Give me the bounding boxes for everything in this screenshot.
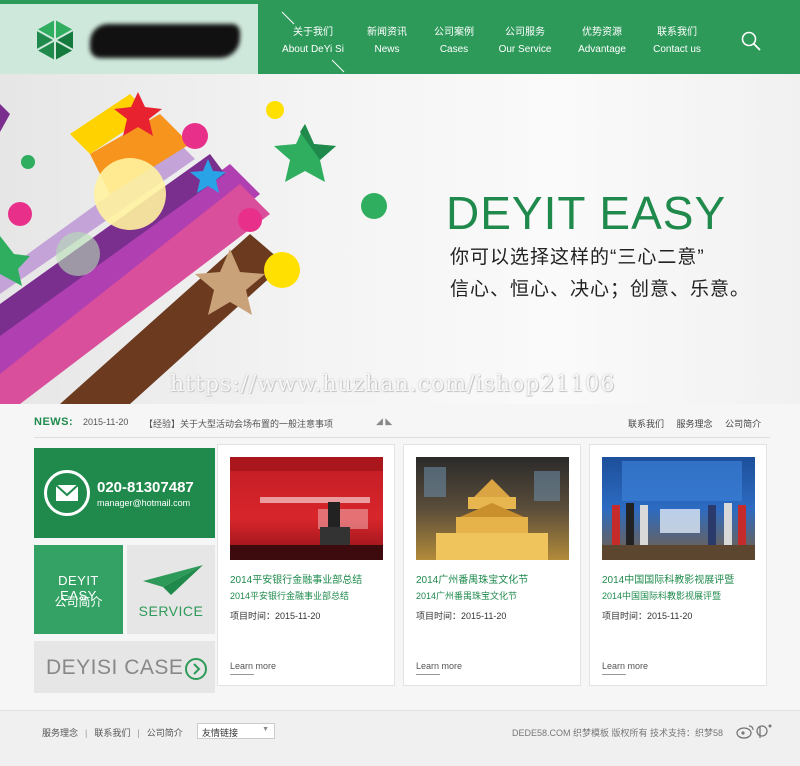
learn-more-underline-3 (602, 674, 626, 675)
weibo-icon[interactable] (736, 723, 776, 739)
case-subtitle-3: 2014中国国际科教影视展评暨 (602, 591, 722, 601)
footer-link-philosophy[interactable]: 服务理念 (42, 728, 78, 738)
case-title-1[interactable]: 2014平安银行金融事业部总结 (230, 571, 362, 586)
site-header: 关于我们 About DeYi Si 新闻资讯 News 公司案例 Cases … (0, 4, 800, 74)
news-label: NEWS: (34, 416, 74, 428)
site-footer: 服务理念 | 联系我们 | 公司简介 友情链接 ▼ DEDE58.COM 织梦模板 版权… (0, 710, 800, 766)
learn-more-link-1[interactable]: Learn more (230, 661, 276, 671)
about-tile[interactable]: DEYIT EASY 公司简介 (34, 545, 123, 634)
case-subtitle-2: 2014广州番禺珠宝文化节 (416, 591, 518, 601)
nav-cases[interactable]: 公司案例 Cases (424, 24, 484, 58)
nav-advantage-cn: 优势资源 (582, 27, 622, 38)
learn-more-underline-2 (416, 674, 440, 675)
learn-more-link-2[interactable]: Learn more (416, 661, 462, 671)
case-photo-2 (416, 457, 569, 560)
news-divider (34, 437, 770, 438)
case-subtitle-1: 2014平安银行金融事业部总结 (230, 591, 350, 601)
nav-about[interactable]: 关于我们 About DeYi Si (278, 24, 348, 58)
about-label: 公司简介 (54, 595, 103, 609)
watermark-text: https://www.huzhan.com/ishop21106 (170, 372, 616, 397)
quick-link-philosophy[interactable]: 服务理念 (677, 419, 713, 429)
logo-wordmark-redacted (90, 24, 240, 58)
nav-service-en: Our Service (498, 44, 552, 55)
case-title-3[interactable]: 2014中国国际科教影视展评暨 (602, 571, 734, 586)
contact-tile[interactable]: 020-81307487 manager@hotmail.com (34, 448, 215, 538)
nav-advantage[interactable]: 优势资源 Advantage (570, 24, 634, 58)
nav-service[interactable]: 公司服务 Our Service (492, 24, 558, 58)
nav-advantage-en: Advantage (578, 44, 626, 55)
nav-news-cn: 新闻资讯 (367, 27, 407, 38)
nav-news-en: News (374, 44, 400, 55)
main-nav: 关于我们 About DeYi Si 新闻资讯 News 公司案例 Cases … (258, 4, 800, 74)
service-label: SERVICE (138, 603, 204, 619)
friend-links-value: 友情链接 (202, 728, 239, 738)
chevron-right-icon (185, 658, 207, 680)
banner-brand-text: DEYIT EASY (446, 187, 727, 239)
news-headline-link[interactable]: 【经验】关于大型活动会场布置的一般注意事项 (144, 417, 333, 430)
news-nav-arrows[interactable]: ◢ ◣ (376, 416, 392, 427)
case-photo-1 (230, 457, 383, 560)
case-card-1[interactable]: 2014平安银行金融事业部总结 2014平安银行金融事业部总结 项目时间：201… (217, 444, 395, 686)
case-card-3[interactable]: 2014中国国际科教影视展评暨 2014中国国际科教影视展评暨 项目时间：201… (589, 444, 767, 686)
nav-about-en: About DeYi Si (282, 44, 344, 55)
quick-link-contact[interactable]: 联系我们 (628, 419, 664, 429)
nav-news[interactable]: 新闻资讯 News (356, 24, 418, 58)
learn-more-link-3[interactable]: Learn more (602, 661, 648, 671)
case-label: DEYISI CASE (46, 656, 184, 679)
case-photo-3 (602, 457, 755, 560)
hero-banner[interactable]: DEYIT EASY 你可以选择这样的“三心二意” 信心、恒心、决心；创意、乐意… (0, 74, 800, 404)
nav-contact[interactable]: 联系我们 Contact us (646, 24, 708, 58)
search-icon[interactable] (740, 30, 762, 52)
contact-phone: 020-81307487 (97, 479, 194, 496)
case-date-2: 项目时间：2015-11-20 (416, 611, 507, 621)
nav-contact-en: Contact us (653, 44, 701, 55)
banner-tagline-1: 你可以选择这样的“三心二意” (450, 247, 705, 268)
banner-tagline-2: 信心、恒心、决心；创意、乐意。 (450, 279, 751, 300)
footer-separator: | (85, 728, 88, 738)
case-title-2[interactable]: 2014广州番禺珠宝文化节 (416, 571, 528, 586)
case-date-1: 项目时间：2015-11-20 (230, 611, 321, 621)
contact-email[interactable]: manager@hotmail.com (97, 498, 190, 508)
dropdown-caret-icon: ▼ (262, 726, 269, 733)
learn-more-underline-1 (230, 674, 254, 675)
nav-about-cn: 关于我们 (293, 27, 333, 38)
service-tile[interactable]: SERVICE (127, 545, 215, 634)
paper-plane-icon (143, 565, 203, 595)
news-date: 2015-11-20 (83, 417, 129, 427)
nav-service-cn: 公司服务 (505, 27, 545, 38)
case-date-3: 项目时间：2015-11-20 (602, 611, 693, 621)
footer-link-contact[interactable]: 联系我们 (94, 728, 130, 738)
footer-link-about[interactable]: 公司简介 (147, 728, 183, 738)
nav-contact-cn: 联系我们 (657, 27, 697, 38)
news-quick-links: 联系我们 服务理念 公司简介 (628, 417, 761, 430)
logo-area[interactable] (0, 4, 258, 74)
quick-link-about[interactable]: 公司简介 (725, 419, 761, 429)
logo-cube-icon (36, 20, 74, 60)
friend-links-select[interactable]: 友情链接 ▼ (197, 723, 275, 739)
nav-cases-en: Cases (439, 44, 469, 55)
footer-links: 服务理念 | 联系我们 | 公司简介 (42, 726, 183, 739)
case-card-2[interactable]: 2014广州番禺珠宝文化节 2014广州番禺珠宝文化节 项目时间：2015-11… (403, 444, 581, 686)
footer-separator: | (137, 728, 140, 738)
nav-cases-cn: 公司案例 (434, 27, 474, 38)
mail-icon (44, 470, 90, 516)
banner-stars-illustration (0, 92, 387, 404)
copyright-text: DEDE58.COM 织梦模板 版权所有 技术支持：织梦58 (512, 728, 724, 738)
case-tile[interactable]: DEYISI CASE (34, 641, 215, 693)
